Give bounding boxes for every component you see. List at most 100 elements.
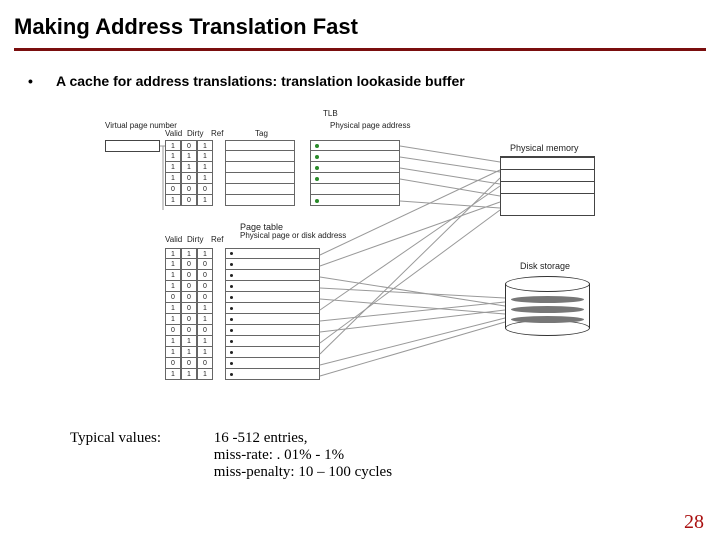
pt-ref: 0 bbox=[197, 358, 213, 369]
tlb-valid: 0 bbox=[165, 184, 181, 195]
black-dot-icon bbox=[230, 351, 233, 354]
pt-ppd bbox=[225, 325, 320, 336]
black-dot-icon bbox=[230, 296, 233, 299]
tlb-ref: 0 bbox=[197, 184, 213, 195]
pt-valid: 0 bbox=[165, 325, 181, 336]
pt-ref: 1 bbox=[197, 303, 213, 314]
vpn-input-box bbox=[105, 140, 160, 152]
tlb-valid: 1 bbox=[165, 195, 181, 206]
black-dot-icon bbox=[230, 307, 233, 310]
phys-mem-box bbox=[500, 156, 595, 216]
pt-ppd bbox=[225, 281, 320, 292]
pt-valid: 1 bbox=[165, 259, 181, 270]
black-dot-icon bbox=[230, 263, 233, 266]
tlb-ppa bbox=[310, 195, 400, 206]
black-dot-icon bbox=[230, 252, 233, 255]
pt-dirty: 0 bbox=[181, 358, 197, 369]
tlb-dirty: 0 bbox=[181, 140, 197, 151]
pt-dirty: 1 bbox=[181, 336, 197, 347]
phys-mem-label: Physical memory bbox=[510, 144, 579, 153]
disk-icon bbox=[505, 276, 590, 336]
pt-ref: 0 bbox=[197, 292, 213, 303]
pt-ref: 0 bbox=[197, 270, 213, 281]
typical-line1: 16 -512 entries, bbox=[214, 430, 308, 446]
green-dot-icon bbox=[315, 166, 319, 170]
black-dot-icon bbox=[230, 362, 233, 365]
pt-ref: 1 bbox=[197, 248, 213, 259]
tlb-tag bbox=[225, 140, 295, 151]
pt-ppd bbox=[225, 347, 320, 358]
pt-valid: 1 bbox=[165, 303, 181, 314]
tlb-ppa bbox=[310, 173, 400, 184]
tlb-ref: 1 bbox=[197, 173, 213, 184]
pt-ref: 1 bbox=[197, 347, 213, 358]
pt-ppd bbox=[225, 270, 320, 281]
header-ref: Ref bbox=[211, 130, 223, 138]
pt-dirty: 1 bbox=[181, 347, 197, 358]
pt-valid: 1 bbox=[165, 347, 181, 358]
pt-dirty: 1 bbox=[181, 369, 197, 380]
tlb-diagram: TLB Virtual page number Valid Dirty Ref … bbox=[105, 110, 615, 400]
pt-ppd bbox=[225, 259, 320, 270]
pt-valid: 1 bbox=[165, 314, 181, 325]
black-dot-icon bbox=[230, 285, 233, 288]
green-dot-icon bbox=[315, 155, 319, 159]
typical-line3: miss-penalty: 10 – 100 cycles bbox=[214, 464, 392, 480]
tlb-valid: 1 bbox=[165, 140, 181, 151]
pt-dirty: 0 bbox=[181, 325, 197, 336]
pt-ppd bbox=[225, 314, 320, 325]
tlb-dirty: 0 bbox=[181, 184, 197, 195]
tlb-ppa bbox=[310, 162, 400, 173]
pt-ppd bbox=[225, 303, 320, 314]
black-dot-icon bbox=[230, 274, 233, 277]
pt-ref: 1 bbox=[197, 336, 213, 347]
black-dot-icon bbox=[230, 373, 233, 376]
typical-label: Typical values: bbox=[70, 430, 210, 447]
tlb-ppa bbox=[310, 184, 400, 195]
tlb-dirty: 1 bbox=[181, 162, 197, 173]
pt-dirty: 0 bbox=[181, 281, 197, 292]
tlb-valid: 1 bbox=[165, 151, 181, 162]
pt-valid: 1 bbox=[165, 281, 181, 292]
black-dot-icon bbox=[230, 340, 233, 343]
tlb-dirty: 0 bbox=[181, 173, 197, 184]
bullet-row: • A cache for address translations: tran… bbox=[0, 51, 720, 89]
pt-dirty: 0 bbox=[181, 292, 197, 303]
tlb-tag bbox=[225, 173, 295, 184]
tlb-ppa bbox=[310, 140, 400, 151]
pt-dirty: 0 bbox=[181, 303, 197, 314]
pt-ref: 1 bbox=[197, 369, 213, 380]
tlb-ppa bbox=[310, 151, 400, 162]
pt-valid: 0 bbox=[165, 292, 181, 303]
pt-ref: 1 bbox=[197, 314, 213, 325]
tlb-valid: 1 bbox=[165, 162, 181, 173]
tlb-ref: 1 bbox=[197, 162, 213, 173]
bullet-text: A cache for address translations: transl… bbox=[56, 73, 465, 89]
pt-header-dirty: Dirty bbox=[187, 236, 203, 244]
tlb-ref: 1 bbox=[197, 195, 213, 206]
header-ppa: Physical page address bbox=[330, 122, 411, 130]
tlb-ref: 1 bbox=[197, 151, 213, 162]
pt-dirty: 0 bbox=[181, 270, 197, 281]
pt-valid: 1 bbox=[165, 248, 181, 259]
pt-ref: 0 bbox=[197, 281, 213, 292]
typical-line2: miss-rate: . 01% - 1% bbox=[214, 447, 344, 463]
pt-header-ref: Ref bbox=[211, 236, 223, 244]
tlb-tag bbox=[225, 184, 295, 195]
header-tag: Tag bbox=[255, 130, 268, 138]
pt-ppd bbox=[225, 336, 320, 347]
pt-dirty: 1 bbox=[181, 248, 197, 259]
typical-values: Typical values: 16 -512 entries, miss-ra… bbox=[70, 430, 392, 481]
tlb-valid: 1 bbox=[165, 173, 181, 184]
pt-dirty: 0 bbox=[181, 259, 197, 270]
disk-label: Disk storage bbox=[520, 262, 570, 271]
green-dot-icon bbox=[315, 199, 319, 203]
pt-header-ppd: Physical page or disk address bbox=[240, 232, 346, 240]
pt-ppd bbox=[225, 248, 320, 259]
page-title: Making Address Translation Fast bbox=[0, 0, 720, 48]
pt-ref: 0 bbox=[197, 325, 213, 336]
tlb-dirty: 1 bbox=[181, 151, 197, 162]
header-dirty: Dirty bbox=[187, 130, 203, 138]
pt-header-valid: Valid bbox=[165, 236, 182, 244]
bullet-dot: • bbox=[28, 73, 56, 89]
